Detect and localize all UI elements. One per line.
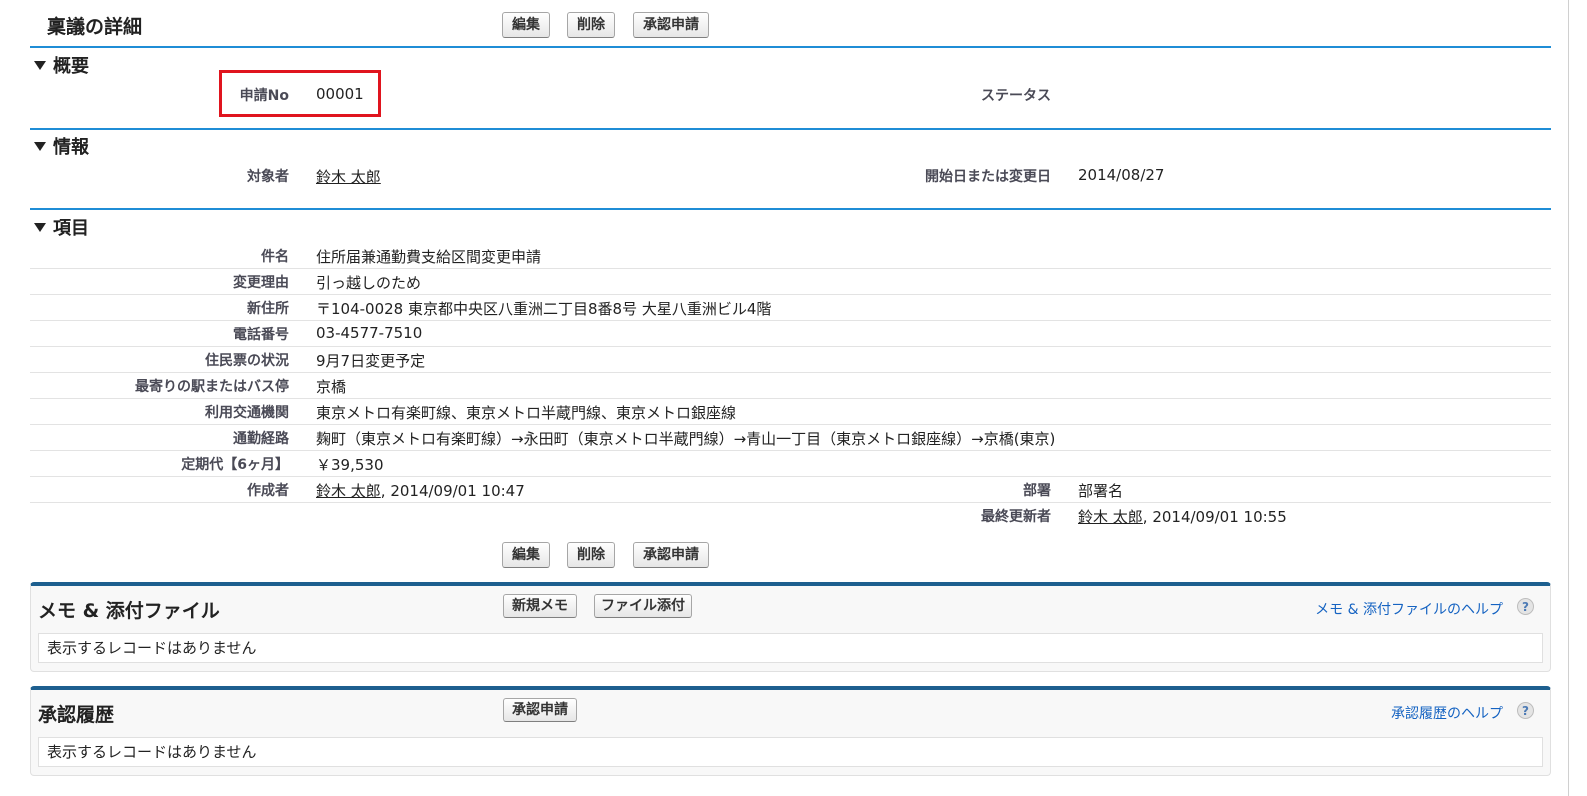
status-label: ステータス (981, 88, 1051, 104)
field-label-resident-status: 住民票の状況 (205, 353, 289, 369)
help-icon[interactable]: ? (1517, 598, 1534, 615)
row-divider (30, 372, 1551, 373)
submit-approval-button-top[interactable]: 承認申請 (633, 12, 709, 38)
row-divider (30, 424, 1551, 425)
row-divider (30, 502, 1551, 503)
created-by-label: 作成者 (247, 483, 289, 499)
section-header-items[interactable]: 項目 (34, 214, 89, 240)
section-title: 概要 (53, 56, 89, 77)
row-divider (30, 268, 1551, 269)
empty-records-message: 表示するレコードはありません (38, 737, 1543, 767)
page-title: 稟議の詳細 (47, 16, 143, 38)
field-value-resident-status: 9月7日変更予定 (316, 352, 426, 370)
submit-approval-button-panel[interactable]: 承認申請 (503, 698, 577, 722)
row-divider (30, 320, 1551, 321)
field-label-new-address: 新住所 (247, 301, 289, 317)
field-value-subject: 住所届兼通勤費支給区間変更申請 (316, 248, 542, 266)
field-label-nearest-station: 最寄りの駅またはバス停 (135, 379, 289, 395)
last-modified-by-user-link[interactable]: 鈴木 太郎 (1078, 508, 1143, 526)
empty-records-message: 表示するレコードはありません (38, 633, 1543, 663)
field-label-transport: 利用交通機関 (205, 405, 289, 421)
attach-file-button[interactable]: ファイル添付 (594, 594, 692, 618)
field-label-subject: 件名 (261, 249, 289, 265)
submit-approval-button-bottom[interactable]: 承認申請 (633, 542, 709, 568)
start-date-label: 開始日または変更日 (925, 169, 1051, 185)
field-label-change-reason: 変更理由 (233, 275, 289, 291)
edit-button-bottom[interactable]: 編集 (502, 542, 550, 568)
section-title: 項目 (53, 218, 89, 239)
target-person-label: 対象者 (247, 169, 289, 185)
approval-history-help-link[interactable]: 承認履歴のヘルプ (1391, 703, 1503, 723)
panel-title: 承認履歴 (38, 704, 115, 726)
help-icon[interactable]: ? (1517, 702, 1534, 719)
row-divider (30, 398, 1551, 399)
field-value-change-reason: 引っ越しのため (316, 274, 422, 292)
field-value-commute-route: 麹町（東京メトロ有楽町線）→永田町（東京メトロ半蔵門線）→青山一丁目（東京メトロ… (316, 430, 1056, 448)
row-divider (30, 294, 1551, 295)
row-divider (30, 346, 1551, 347)
target-person-link[interactable]: 鈴木 太郎 (316, 166, 381, 187)
vertical-scrollbar[interactable] (1568, 0, 1587, 796)
start-date-value: 2014/08/27 (1078, 166, 1165, 184)
field-value-new-address: 〒104-0028 東京都中央区八重洲二丁目8番8号 大星八重洲ビル4階 (316, 300, 772, 318)
field-value-transport: 東京メトロ有楽町線、東京メトロ半蔵門線、東京メトロ銀座線 (316, 404, 737, 422)
created-by-user-link[interactable]: 鈴木 太郎 (316, 482, 381, 500)
notes-help-link[interactable]: メモ & 添付ファイルのヘルプ (1315, 599, 1503, 619)
notes-attachments-panel: メモ & 添付ファイル 新規メモ ファイル添付 メモ & 添付ファイルのヘルプ … (30, 582, 1551, 672)
collapse-triangle-icon (34, 222, 46, 232)
field-label-phone: 電話番号 (233, 327, 289, 343)
last-modified-by-timestamp: , 2014/09/01 10:55 (1142, 508, 1287, 526)
delete-button-top[interactable]: 削除 (567, 12, 615, 38)
section-header-info[interactable]: 情報 (34, 133, 89, 159)
collapse-triangle-icon (34, 60, 46, 70)
created-by-timestamp: , 2014/09/01 10:47 (380, 482, 525, 500)
new-note-button[interactable]: 新規メモ (503, 594, 577, 618)
created-by-value: 鈴木 太郎, 2014/09/01 10:47 (316, 480, 525, 501)
department-label: 部署 (1023, 483, 1051, 499)
field-value-commuter-pass: ￥39,530 (316, 456, 384, 474)
approval-history-panel: 承認履歴 承認申請 承認履歴のヘルプ ? 表示するレコードはありません (30, 686, 1551, 776)
field-value-phone: 03-4577-7510 (316, 324, 423, 342)
section-divider-info (30, 128, 1551, 130)
department-value: 部署名 (1078, 482, 1124, 500)
collapse-triangle-icon (34, 141, 46, 151)
last-modified-by-label: 最終更新者 (981, 509, 1051, 525)
row-divider (30, 450, 1551, 451)
section-header-overview[interactable]: 概要 (34, 52, 89, 78)
field-value-nearest-station: 京橋 (316, 378, 347, 396)
last-modified-by-value: 鈴木 太郎, 2014/09/01 10:55 (1078, 506, 1287, 527)
highlight-box (219, 70, 381, 117)
section-divider-items (30, 208, 1551, 210)
field-label-commute-route: 通勤経路 (233, 431, 289, 447)
edit-button-top[interactable]: 編集 (502, 12, 550, 38)
section-divider-overview (30, 46, 1551, 48)
section-title: 情報 (53, 137, 89, 158)
field-label-commuter-pass: 定期代【6ヶ月】 (181, 457, 289, 473)
row-divider (30, 476, 1551, 477)
panel-title: メモ & 添付ファイル (38, 600, 220, 622)
delete-button-bottom[interactable]: 削除 (567, 542, 615, 568)
